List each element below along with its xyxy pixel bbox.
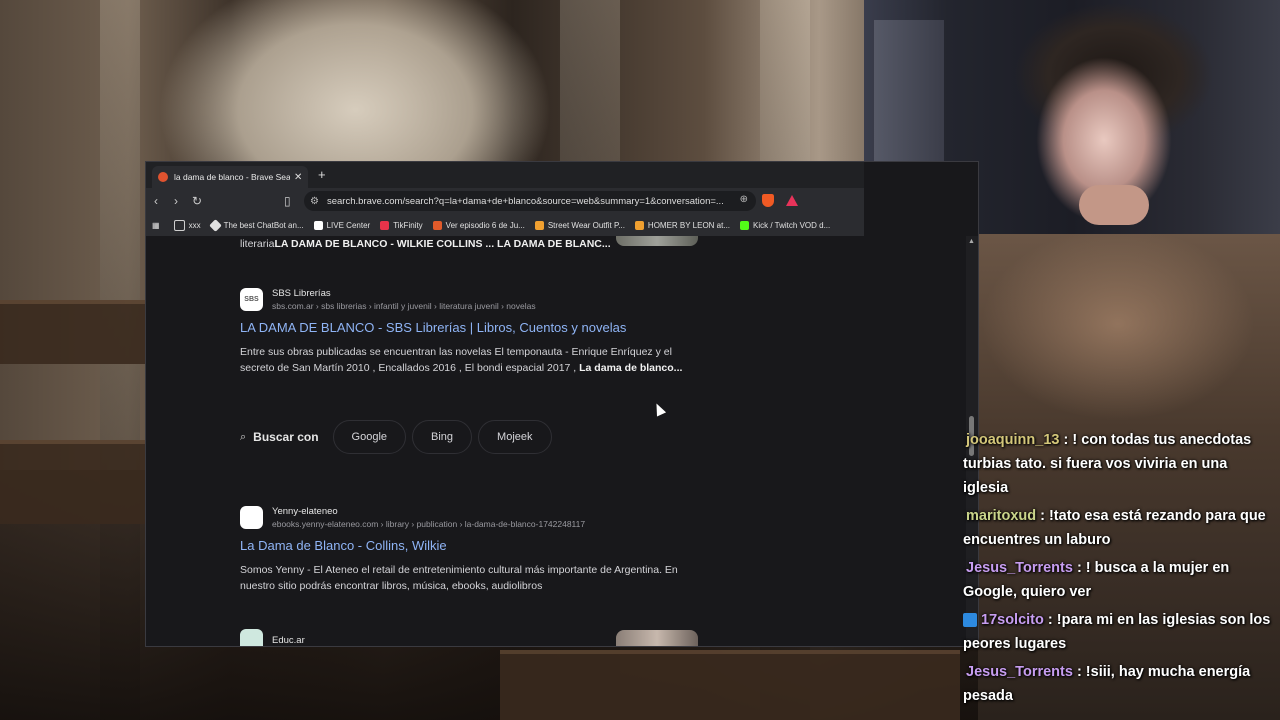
pinterest-icon xyxy=(534,220,544,230)
brave-favicon-icon xyxy=(158,172,168,182)
result-description: Entre sus obras publicadas se encuentran… xyxy=(240,344,700,376)
site-name: Educ.ar xyxy=(272,635,305,646)
toolbar: ‹ › ↻ ▯ ⚙ search.brave.com/search?q=la+d… xyxy=(146,188,864,214)
result-thumbnail[interactable] xyxy=(616,236,698,246)
url-text: search.brave.com/search?q=la+dama+de+bla… xyxy=(326,195,724,207)
search-with-label: Buscar con xyxy=(253,430,319,444)
scroll-up-icon[interactable]: ▲ xyxy=(968,238,975,245)
result-site: SBS SBS Librerías sbs.com.ar › sbs libre… xyxy=(240,288,700,311)
bookmark-item[interactable]: Ver episodio 6 de Ju... xyxy=(432,220,525,230)
search-result: Yenny-elateneo ebooks.yenny-elateneo.com… xyxy=(240,506,700,594)
chat-message: Jesus_Torrents : !siii, hay mucha energí… xyxy=(963,660,1273,708)
brave-shields-icon[interactable] xyxy=(762,194,774,207)
shop-icon xyxy=(634,220,644,230)
search-result: Educ.ar xyxy=(240,629,305,646)
tab-close-icon[interactable]: ✕ xyxy=(294,172,302,183)
browser-window: la dama de blanco - Brave Search ✕ + ‹ ›… xyxy=(146,162,978,646)
tikfinity-icon xyxy=(380,220,390,230)
result-title[interactable]: La Dama de Blanco - Collins, Wilkie xyxy=(240,538,700,553)
snippet-text: literaria xyxy=(240,238,275,250)
engine-bing-button[interactable]: Bing xyxy=(412,420,473,454)
forward-icon[interactable]: › xyxy=(174,194,178,208)
result-url[interactable]: sbs.com.ar › sbs librerias › infantil y … xyxy=(272,301,536,311)
bookmark-item[interactable]: LIVE Center xyxy=(313,220,371,230)
result-site: Yenny-elateneo ebooks.yenny-elateneo.com… xyxy=(240,506,700,529)
search-icon: ⌕ xyxy=(240,430,247,443)
chat-username[interactable]: maritoxud xyxy=(966,508,1036,524)
pew xyxy=(0,440,145,524)
chat-username[interactable]: 17solcito xyxy=(981,612,1044,628)
bookmark-label: HOMER BY LEON at... xyxy=(647,220,731,230)
bookmark-item[interactable]: Street Wear Outfit P... xyxy=(534,220,625,230)
snippet-bold: LA DAMA DE BLANCO - WILKIE COLLINS ... L… xyxy=(274,238,611,250)
engine-google-button[interactable]: Google xyxy=(332,420,407,454)
site-logo-icon xyxy=(240,506,263,529)
desc-bold: La dama de blanco... xyxy=(579,362,683,374)
chat-message: maritoxud : !tato esa está rezando para … xyxy=(963,504,1273,552)
bookmark-item[interactable]: xxx xyxy=(173,219,201,231)
bookmark-item[interactable]: HOMER BY LEON at... xyxy=(634,220,731,230)
pew xyxy=(0,300,145,364)
stream-chat: jooaquinn_13 : ! con todas tus anecdotas… xyxy=(963,428,1273,712)
chat-username[interactable]: Jesus_Torrents xyxy=(966,560,1073,576)
search-results: literariaLA DAMA DE BLANCO - WILKIE COLL… xyxy=(146,236,966,646)
site-name: SBS Librerías xyxy=(272,288,331,299)
chat-username[interactable]: Jesus_Torrents xyxy=(966,664,1073,680)
result-description: Somos Yenny - El Ateneo el retail de ent… xyxy=(240,562,700,594)
tab-title: la dama de blanco - Brave Search xyxy=(174,172,290,182)
result-meta: Educ.ar xyxy=(272,635,305,646)
bookmark-item[interactable]: Kick / Twitch VOD d... xyxy=(740,220,831,230)
bookmark-item[interactable]: The best ChatBot an... xyxy=(208,218,304,232)
chatbot-icon xyxy=(208,218,222,232)
episode-icon xyxy=(432,220,442,230)
chat-username[interactable]: jooaquinn_13 xyxy=(966,432,1059,448)
result-snippet: literariaLA DAMA DE BLANCO - WILKIE COLL… xyxy=(240,238,611,250)
result-url[interactable]: ebooks.yenny-elateneo.com › library › pu… xyxy=(272,519,585,529)
bookmark-label: Street Wear Outfit P... xyxy=(547,220,625,230)
bookmark-item[interactable]: TikFinity xyxy=(380,220,423,230)
bookmark-label: The best ChatBot an... xyxy=(223,220,304,230)
new-tab-button[interactable]: + xyxy=(318,167,326,182)
chat-message: jooaquinn_13 : ! con todas tus anecdotas… xyxy=(963,428,1273,500)
site-settings-icon[interactable]: ⚙ xyxy=(310,196,319,207)
site-name: Yenny-elateneo xyxy=(272,506,338,517)
engine-mojeek-button[interactable]: Mojeek xyxy=(478,420,552,454)
bookmark-label: Ver episodio 6 de Ju... xyxy=(445,220,525,230)
back-icon[interactable]: ‹ xyxy=(154,194,158,208)
apps-grid-icon[interactable]: ▦ xyxy=(152,221,160,230)
site-logo-icon xyxy=(240,629,263,646)
bookmark-icon[interactable]: ▯ xyxy=(284,194,291,208)
folder-icon xyxy=(173,219,185,231)
zoom-icon[interactable]: ⊕ xyxy=(740,194,748,205)
chat-message: 17solcito : !para mi en las iglesias son… xyxy=(963,608,1273,656)
tab-brave-search[interactable]: la dama de blanco - Brave Search ✕ xyxy=(152,166,308,188)
bookmark-label: Kick / Twitch VOD d... xyxy=(753,220,831,230)
subscriber-badge-icon xyxy=(963,613,977,628)
result-thumbnail[interactable] xyxy=(616,630,698,646)
desc-text: Somos Yenny - El Ateneo el retail de ent… xyxy=(240,564,678,592)
result-meta: SBS Librerías sbs.com.ar › sbs librerias… xyxy=(272,288,536,311)
pew xyxy=(500,650,960,720)
search-result: SBS SBS Librerías sbs.com.ar › sbs libre… xyxy=(240,288,700,376)
result-meta: Yenny-elateneo ebooks.yenny-elateneo.com… xyxy=(272,506,585,529)
chat-message: Jesus_Torrents : ! busca a la mujer en G… xyxy=(963,556,1273,604)
result-site: Educ.ar xyxy=(240,629,305,646)
reload-icon[interactable]: ↻ xyxy=(192,194,202,208)
tab-strip: la dama de blanco - Brave Search ✕ + xyxy=(146,162,864,188)
kick-icon xyxy=(740,220,750,230)
webcam-hand xyxy=(1079,185,1149,225)
result-title[interactable]: LA DAMA DE BLANCO - SBS Librerías | Libr… xyxy=(240,320,700,335)
site-logo-icon: SBS xyxy=(240,288,263,311)
bookmark-label: LIVE Center xyxy=(326,220,371,230)
brave-rewards-icon[interactable] xyxy=(786,195,798,206)
tiktok-icon xyxy=(313,220,323,230)
bookmark-label: TikFinity xyxy=(393,220,423,230)
bookmark-label: xxx xyxy=(188,220,201,230)
bookmarks-bar: ▦ xxx The best ChatBot an... LIVE Center… xyxy=(146,214,864,236)
address-bar[interactable]: ⚙ search.brave.com/search?q=la+dama+de+b… xyxy=(304,191,756,211)
search-with-bar: ⌕ Buscar con Google Bing Mojeek xyxy=(240,420,558,454)
